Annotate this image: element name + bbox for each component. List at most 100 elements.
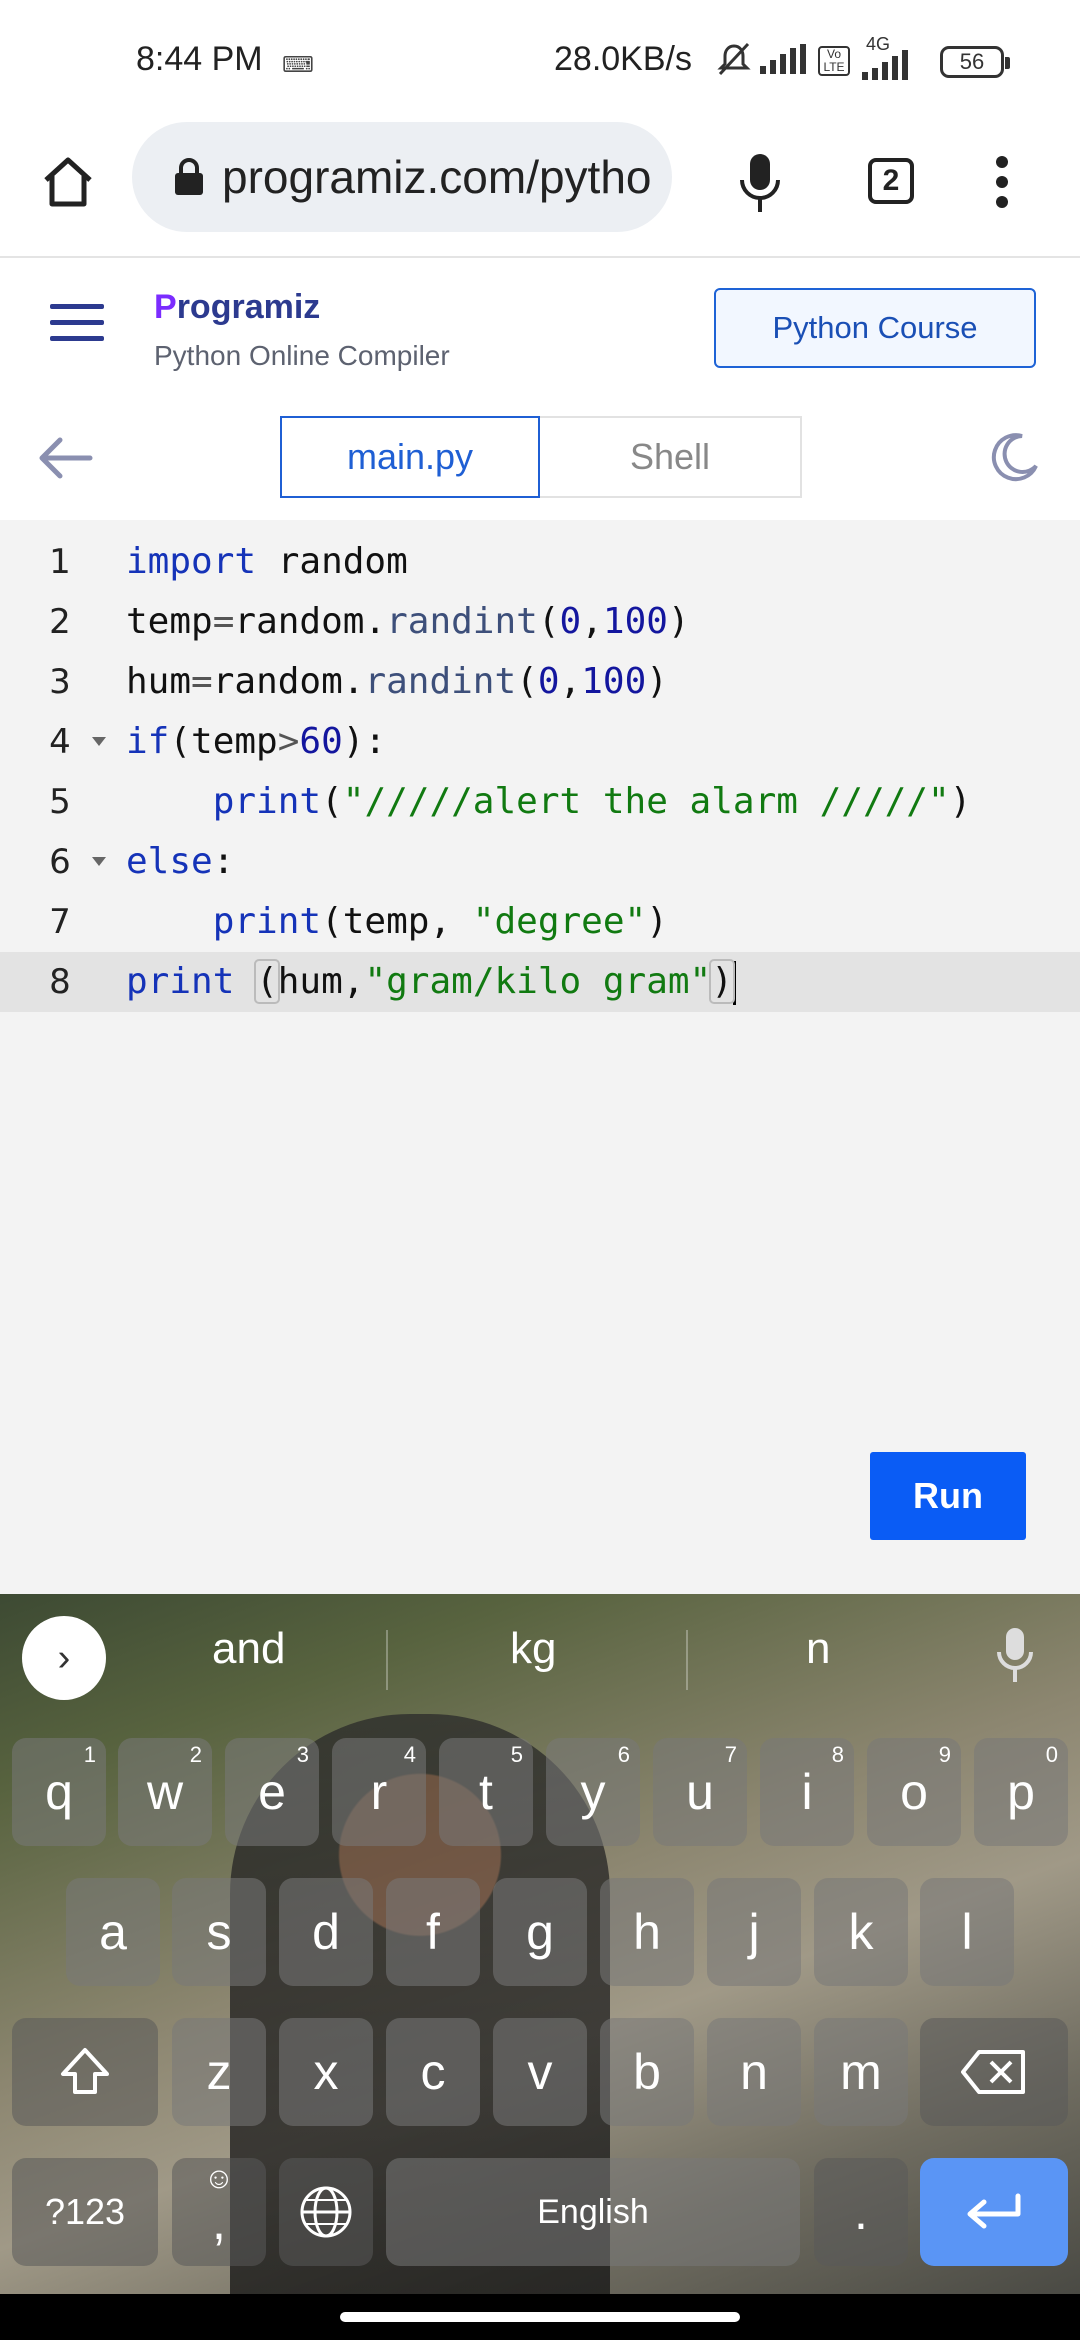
key-n[interactable]: n: [707, 2018, 801, 2126]
key-m[interactable]: m: [814, 2018, 908, 2126]
period-key[interactable]: .: [814, 2158, 908, 2266]
tab-shell[interactable]: Shell: [540, 416, 802, 498]
key-e[interactable]: e3: [225, 1738, 319, 1846]
code-line[interactable]: 6 else:: [0, 832, 1080, 892]
key-h[interactable]: h: [600, 1878, 694, 1986]
suggestion-2[interactable]: kg: [510, 1624, 556, 1674]
fold-arrow-icon[interactable]: [92, 857, 106, 866]
globe-icon: [300, 2186, 352, 2238]
key-u[interactable]: u7: [653, 1738, 747, 1846]
code-text: if(temp>60):: [126, 721, 387, 762]
key-q[interactable]: q1: [12, 1738, 106, 1846]
code-editor[interactable]: 1 import random 2 temp=random.randint(0,…: [0, 520, 1080, 1594]
code-text: print("/////alert the alarm /////"): [212, 781, 972, 822]
divider: [686, 1630, 688, 1690]
comma-label: ,: [212, 2194, 226, 2250]
voice-input-mic-icon[interactable]: [996, 1626, 1034, 1686]
code-line[interactable]: 3 hum=random.randint(0,100): [0, 652, 1080, 712]
key-p[interactable]: p0: [974, 1738, 1068, 1846]
line-number: 7: [49, 902, 71, 942]
backspace-icon: [961, 2050, 1025, 2094]
key-i[interactable]: i8: [760, 1738, 854, 1846]
code-line[interactable]: 7 print(temp, "degree"): [0, 892, 1080, 952]
dark-mode-moon-icon[interactable]: [990, 432, 1040, 482]
code-line[interactable]: 5 print("/////alert the alarm /////"): [0, 772, 1080, 832]
key-x[interactable]: x: [279, 2018, 373, 2126]
lock-icon: [175, 158, 203, 195]
key-t[interactable]: t5: [439, 1738, 533, 1846]
logo-text: rogramiz: [176, 288, 321, 326]
home-gesture-pill[interactable]: [340, 2312, 740, 2322]
key-y[interactable]: y6: [546, 1738, 640, 1846]
microphone-icon[interactable]: [738, 152, 782, 216]
volte-icon: Vo LTE: [818, 46, 850, 76]
address-bar[interactable]: programiz.com/pytho: [132, 122, 672, 232]
battery-icon: 56: [940, 46, 1010, 78]
language-key[interactable]: [279, 2158, 373, 2266]
suggestion-3[interactable]: n: [806, 1624, 830, 1674]
key-a[interactable]: a: [66, 1878, 160, 1986]
key-o[interactable]: o9: [867, 1738, 961, 1846]
line-number: 4: [49, 722, 71, 762]
tab-count: 2: [882, 164, 900, 197]
key-k[interactable]: k: [814, 1878, 908, 1986]
more-options-icon[interactable]: [990, 152, 1014, 212]
page-subtitle: Python Online Compiler: [154, 340, 450, 371]
key-b[interactable]: b: [600, 2018, 694, 2126]
key-c[interactable]: c: [386, 2018, 480, 2126]
backspace-key[interactable]: [920, 2018, 1068, 2126]
shift-arrow-icon: [61, 2048, 109, 2094]
enter-key[interactable]: [920, 2158, 1068, 2266]
shift-key[interactable]: [12, 2018, 158, 2126]
key-g[interactable]: g: [493, 1878, 587, 1986]
network-speed: 28.0KB/s: [554, 40, 692, 78]
key-w[interactable]: w2: [118, 1738, 212, 1846]
system-navigation-bar: [0, 2294, 1080, 2340]
key-j[interactable]: j: [707, 1878, 801, 1986]
status-bar: 8:44 PM ⌨ 28.0KB/s Vo LTE 4G 56: [0, 0, 1080, 120]
code-line[interactable]: 1 import random: [0, 532, 1080, 592]
key-v[interactable]: v: [493, 2018, 587, 2126]
space-bar[interactable]: English: [386, 2158, 800, 2266]
code-text: else:: [126, 841, 235, 882]
editor-tabbar: main.py Shell: [0, 396, 1080, 522]
code-text: import random: [126, 541, 408, 582]
site-header: Programiz Python Online Compiler Python …: [0, 256, 1080, 398]
fold-arrow-icon[interactable]: [92, 737, 106, 746]
text-cursor: [732, 961, 736, 1005]
programiz-logo[interactable]: Programiz: [154, 288, 320, 327]
line-number: 1: [49, 542, 71, 582]
suggestion-1[interactable]: and: [212, 1624, 285, 1674]
key-d[interactable]: d: [279, 1878, 373, 1986]
signal-icon-2: [862, 50, 908, 80]
signal-icon: [760, 44, 806, 74]
hamburger-menu-icon[interactable]: [48, 300, 106, 344]
tab-switcher-button[interactable]: 2: [868, 158, 914, 204]
symbols-key[interactable]: ?123: [12, 2158, 158, 2266]
enter-arrow-icon: [967, 2193, 1021, 2229]
tab-main-py[interactable]: main.py: [280, 416, 540, 498]
line-number: 8: [49, 962, 71, 1002]
on-screen-keyboard: › and kg n q1 w2 e3 r4 t5 y6 u7 i8 o9 p0…: [0, 1594, 1080, 2294]
key-z[interactable]: z: [172, 2018, 266, 2126]
emoji-icon: ☺: [203, 2162, 235, 2195]
back-arrow-icon[interactable]: [36, 436, 94, 480]
python-course-button[interactable]: Python Course: [714, 288, 1036, 368]
code-line[interactable]: 2 temp=random.randint(0,100): [0, 592, 1080, 652]
code-line-active[interactable]: 8 print (hum,"gram/kilo gram"): [0, 952, 1080, 1012]
key-s[interactable]: s: [172, 1878, 266, 1986]
status-time: 8:44 PM: [136, 40, 263, 78]
keyboard-icon: ⌨: [282, 52, 315, 77]
url-text: programiz.com/pytho: [222, 151, 652, 203]
key-r[interactable]: r4: [332, 1738, 426, 1846]
comma-key[interactable]: ☺ ,: [172, 2158, 266, 2266]
battery-level: 56: [959, 49, 985, 74]
expand-toolbar-chevron-icon[interactable]: ›: [22, 1616, 106, 1700]
home-icon[interactable]: [40, 154, 96, 210]
code-text: hum=random.randint(0,100): [126, 661, 668, 702]
key-l[interactable]: l: [920, 1878, 1014, 1986]
run-button[interactable]: Run: [870, 1452, 1026, 1540]
code-line[interactable]: 4 if(temp>60):: [0, 712, 1080, 772]
line-number: 6: [49, 842, 71, 882]
key-f[interactable]: f: [386, 1878, 480, 1986]
